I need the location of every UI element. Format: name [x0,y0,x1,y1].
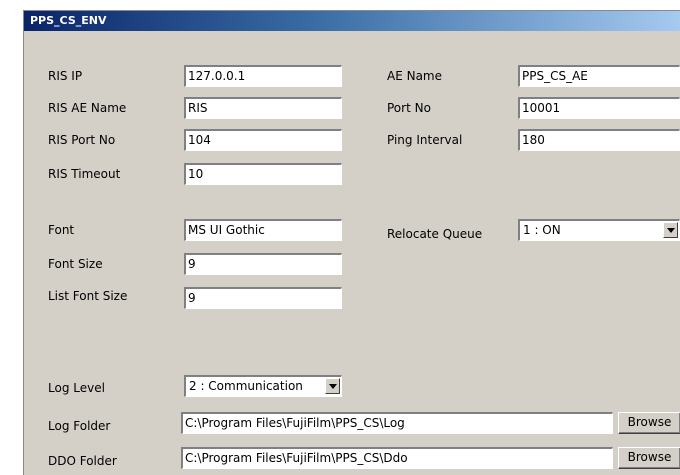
log-folder-label: Log Folder [48,419,111,433]
ris-port-no-input[interactable]: 104 [184,129,342,151]
ae-name-label: AE Name [387,69,443,83]
ris-port-no-label: RIS Port No [48,133,116,147]
ddo-folder-label: DDO Folder [48,454,117,468]
list-font-size-label: List Font Size [48,289,128,303]
font-size-label: Font Size [48,257,103,271]
ddo-folder-browse-button[interactable]: Browse [618,447,680,469]
font-input[interactable]: MS UI Gothic [184,219,342,241]
ping-interval-label: Ping Interval [387,133,463,147]
ris-ae-name-input[interactable]: RIS [184,97,342,119]
ae-name-input[interactable]: PPS_CS_AE [518,65,680,87]
ris-ip-input[interactable]: 127.0.0.1 [184,65,342,87]
font-label: Font [48,223,75,237]
port-no-input[interactable]: 10001 [518,97,680,119]
port-no-label: Port No [387,101,431,115]
ris-timeout-label: RIS Timeout [48,167,121,181]
relocate-queue-label: Relocate Queue [387,227,483,241]
ping-interval-input[interactable]: 180 [518,129,680,151]
ris-ip-label: RIS IP [48,69,83,83]
log-folder-input[interactable]: C:\Program Files\FujiFilm\PPS_CS\Log [181,412,613,434]
list-font-size-input[interactable]: 9 [184,287,342,309]
chevron-down-icon[interactable] [663,222,678,238]
chevron-down-icon[interactable] [325,378,340,394]
log-level-value: 2 : Communication [189,379,303,393]
log-level-select[interactable]: 2 : Communication [184,375,342,397]
relocate-queue-select[interactable]: 1 : ON [518,219,680,241]
relocate-queue-value: 1 : ON [523,223,561,237]
ris-timeout-input[interactable]: 10 [184,163,342,185]
settings-window: PPS_CS_ENV RIS IP 127.0.0.1 RIS AE Name … [23,10,680,475]
title-bar: PPS_CS_ENV [24,11,680,31]
ris-ae-name-label: RIS AE Name [48,101,127,115]
log-folder-browse-button[interactable]: Browse [618,412,680,434]
ddo-folder-input[interactable]: C:\Program Files\FujiFilm\PPS_CS\Ddo [181,447,613,469]
font-size-input[interactable]: 9 [184,253,342,275]
window-title: PPS_CS_ENV [30,14,107,27]
log-level-label: Log Level [48,381,105,395]
